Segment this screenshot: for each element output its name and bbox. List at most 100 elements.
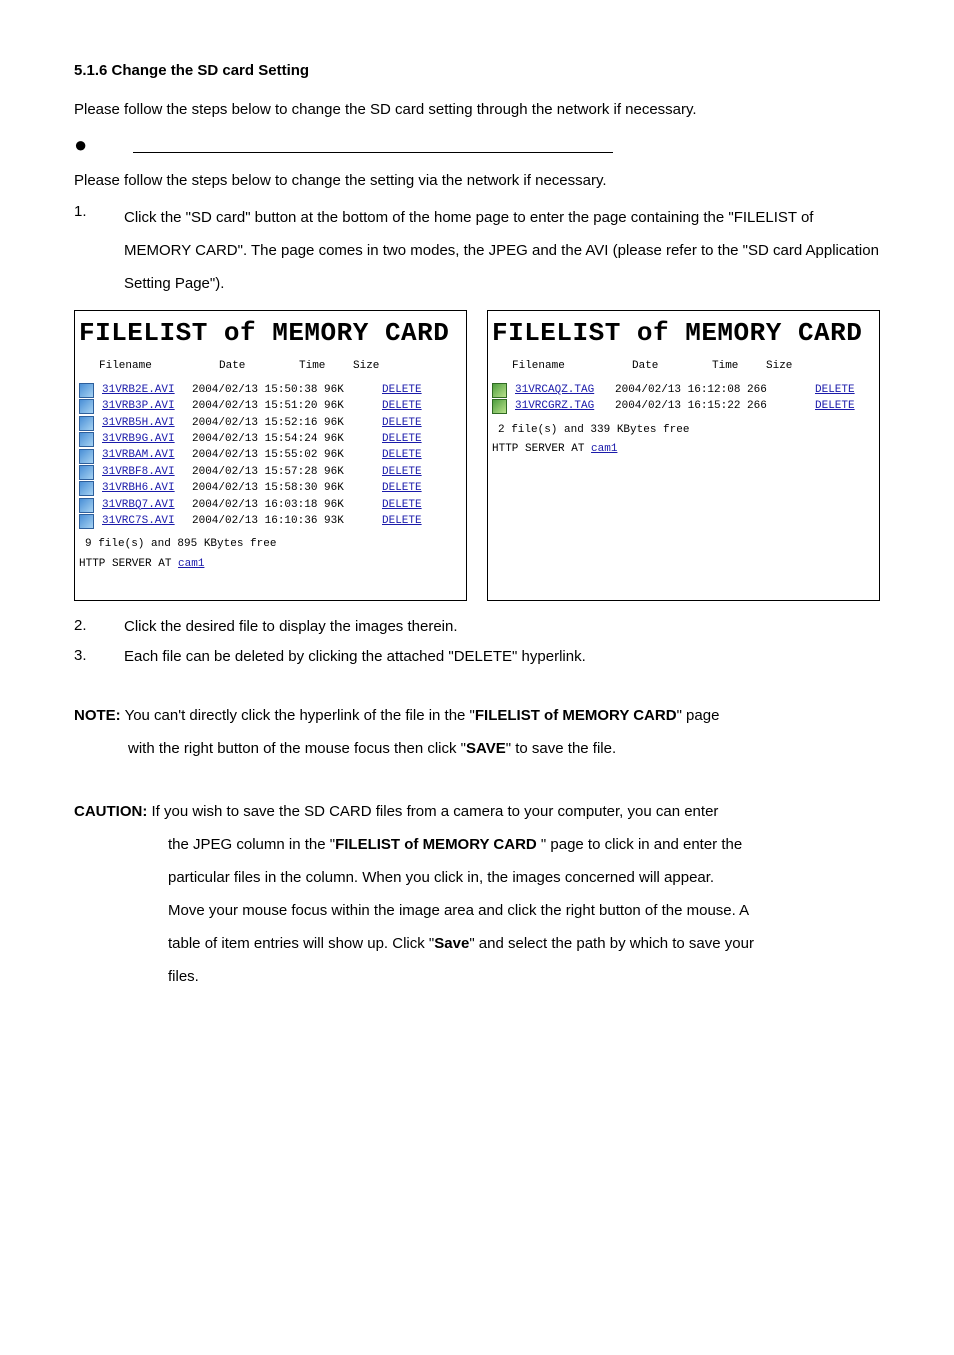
file-row: 31VRBAM.AVI2004/02/13 15:55:02 96K DELETE	[79, 448, 462, 463]
bullet-blank-row: ●	[74, 134, 880, 156]
ordered-steps: 1. Click the "SD card" button at the bot…	[74, 201, 880, 300]
file-link[interactable]: 31VRC7S.AVI	[102, 514, 192, 529]
caution-text: table of item entries will show up. Clic…	[168, 935, 434, 952]
step-2: 2. Click the desired file to display the…	[74, 615, 880, 639]
file-row: 31VRC7S.AVI2004/02/13 16:10:36 93KDELETE	[79, 514, 462, 529]
avi-file-icon	[79, 416, 94, 431]
delete-link[interactable]: DELETE	[382, 416, 422, 431]
server-link[interactable]: cam1	[591, 443, 617, 455]
file-row: 31VRB9G.AVI2004/02/13 15:54:24 96K DELETE	[79, 432, 462, 447]
note-text: You can't directly click the hyperlink o…	[121, 707, 475, 724]
file-link[interactable]: 31VRB3P.AVI	[102, 399, 192, 414]
ordered-steps-cont: 2. Click the desired file to display the…	[74, 615, 880, 669]
section-heading: 5.1.6 Change the SD card Setting	[74, 60, 880, 81]
intro-paragraph-1: Please follow the steps below to change …	[74, 99, 880, 120]
avi-file-icon	[79, 465, 94, 480]
col-date: Date	[219, 359, 299, 374]
file-datetime-size: 2004/02/13 15:55:02 96K	[192, 448, 352, 463]
step-number: 3.	[74, 645, 124, 669]
caution-text: If you wish to save the SD CARD files fr…	[147, 803, 718, 820]
file-link[interactable]: 31VRBAM.AVI	[102, 448, 192, 463]
file-datetime-size: 2004/02/13 15:58:30 96K	[192, 481, 352, 496]
note-bold: FILELIST of MEMORY CARD	[475, 707, 677, 724]
caution-bold: FILELIST of MEMORY CARD	[335, 836, 541, 853]
file-datetime-size: 2004/02/13 16:12:08 266	[615, 383, 785, 398]
delete-link[interactable]: DELETE	[382, 432, 422, 447]
server-prefix: HTTP SERVER AT	[79, 558, 178, 570]
file-row: 31VRCGRZ.TAG2004/02/13 16:15:22 266 DELET…	[492, 399, 875, 414]
step-1: 1. Click the "SD card" button at the bot…	[74, 201, 880, 300]
file-link[interactable]: 31VRBF8.AVI	[102, 465, 192, 480]
file-datetime-size: 2004/02/13 16:15:22 266	[615, 399, 785, 414]
delete-link[interactable]: DELETE	[815, 383, 855, 398]
file-link[interactable]: 31VRCGRZ.TAG	[515, 399, 615, 414]
column-headers: Filename Date Time Size	[79, 355, 462, 382]
step-text: Click the desired file to display the im…	[124, 615, 880, 639]
caution-text: the JPEG column in the "	[168, 836, 335, 853]
panel-title: FILELIST of MEMORY CARD	[492, 315, 875, 351]
avi-file-icon	[79, 514, 94, 529]
file-datetime-size: 2004/02/13 16:03:18 96K	[192, 498, 352, 513]
caution-text: particular files in the column. When you…	[168, 861, 880, 894]
server-line: HTTP SERVER AT cam1	[79, 557, 462, 572]
jpeg-file-icon	[492, 383, 507, 398]
file-datetime-size: 2004/02/13 15:54:24 96K	[192, 432, 352, 447]
step-3: 3. Each file can be deleted by clicking …	[74, 645, 880, 669]
note-block: NOTE: You can't directly click the hyper…	[74, 699, 880, 765]
file-datetime-size: 2004/02/13 15:52:16 96K	[192, 416, 352, 431]
delete-link[interactable]: DELETE	[382, 498, 422, 513]
file-row: 31VRB5H.AVI2004/02/13 15:52:16 96K DELETE	[79, 416, 462, 431]
file-link[interactable]: 31VRBQ7.AVI	[102, 498, 192, 513]
step-text: Each file can be deleted by clicking the…	[124, 645, 880, 669]
col-filename: Filename	[512, 359, 632, 374]
delete-link[interactable]: DELETE	[815, 399, 855, 414]
avi-file-icon	[79, 399, 94, 414]
jpeg-file-icon	[492, 399, 507, 414]
col-size: Size	[353, 359, 393, 374]
note-bold: SAVE	[466, 740, 506, 757]
file-datetime-size: 2004/02/13 15:57:28 96K	[192, 465, 352, 480]
file-datetime-size: 2004/02/13 15:51:20 96K	[192, 399, 352, 414]
file-row: 31VRB2E.AVI2004/02/13 15:50:38 96K DELETE	[79, 383, 462, 398]
screenshot-panels: FILELIST of MEMORY CARD Filename Date Ti…	[74, 310, 880, 601]
caution-text: " page to click in and enter the	[541, 836, 742, 853]
file-link[interactable]: 31VRB9G.AVI	[102, 432, 192, 447]
file-row: 31VRBH6.AVI2004/02/13 15:58:30 96K DELETE	[79, 481, 462, 496]
file-row: 31VRBF8.AVI2004/02/13 15:57:28 96K DELETE	[79, 465, 462, 480]
col-size: Size	[766, 359, 806, 374]
file-link[interactable]: 31VRBH6.AVI	[102, 481, 192, 496]
file-row: 31VRCAQZ.TAG2004/02/13 16:12:08 266 DELET…	[492, 383, 875, 398]
caution-text: " and select the path by which to save y…	[469, 935, 754, 952]
file-summary: 9 file(s) and 895 KBytes free	[85, 537, 462, 552]
file-summary: 2 file(s) and 339 KBytes free	[498, 423, 875, 438]
step-text: Click the "SD card" button at the bottom…	[124, 201, 880, 300]
col-time: Time	[299, 359, 353, 374]
column-headers: Filename Date Time Size	[492, 355, 875, 382]
note-text: with the right button of the mouse focus…	[128, 740, 466, 757]
avi-file-icon	[79, 383, 94, 398]
file-link[interactable]: 31VRB2E.AVI	[102, 383, 192, 398]
file-datetime-size: 2004/02/13 15:50:38 96K	[192, 383, 352, 398]
delete-link[interactable]: DELETE	[382, 514, 422, 529]
note-label: NOTE:	[74, 707, 121, 724]
file-link[interactable]: 31VRB5H.AVI	[102, 416, 192, 431]
file-link[interactable]: 31VRCAQZ.TAG	[515, 383, 615, 398]
delete-link[interactable]: DELETE	[382, 465, 422, 480]
caution-text: files.	[168, 960, 880, 993]
file-row: 31VRB3P.AVI2004/02/13 15:51:20 96K DELETE	[79, 399, 462, 414]
filelist-panel-jpeg: FILELIST of MEMORY CARD Filename Date Ti…	[487, 310, 880, 601]
delete-link[interactable]: DELETE	[382, 481, 422, 496]
delete-link[interactable]: DELETE	[382, 399, 422, 414]
server-line: HTTP SERVER AT cam1	[492, 442, 875, 457]
filelist-panel-avi: FILELIST of MEMORY CARD Filename Date Ti…	[74, 310, 467, 601]
caution-bold: Save	[434, 935, 469, 952]
panel-title: FILELIST of MEMORY CARD	[79, 315, 462, 351]
server-link[interactable]: cam1	[178, 558, 204, 570]
delete-link[interactable]: DELETE	[382, 383, 422, 398]
bullet-dot-icon: ●	[74, 134, 87, 156]
delete-link[interactable]: DELETE	[382, 448, 422, 463]
avi-file-icon	[79, 481, 94, 496]
step-number: 2.	[74, 615, 124, 639]
note-text: " page	[677, 707, 720, 724]
avi-file-icon	[79, 432, 94, 447]
